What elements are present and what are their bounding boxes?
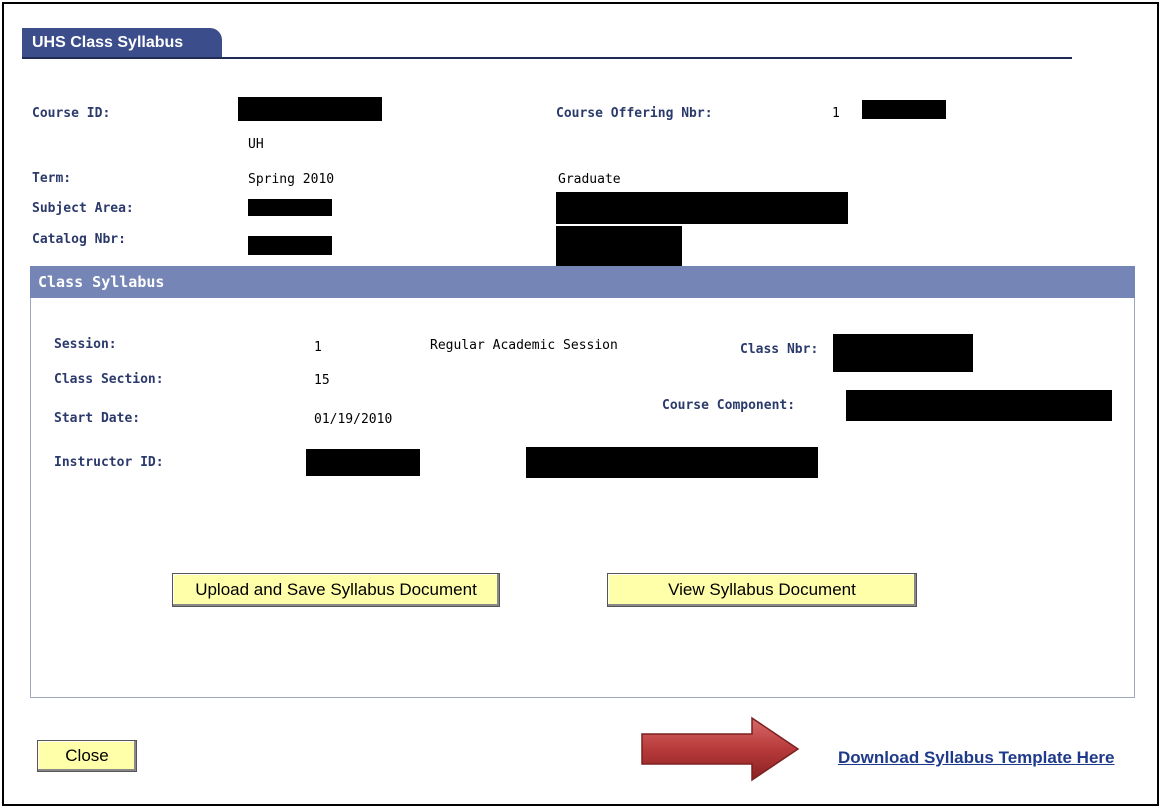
session-desc: Regular Academic Session bbox=[430, 338, 618, 353]
career-value: Graduate bbox=[558, 172, 621, 187]
redacted-catalog-desc bbox=[556, 226, 682, 266]
view-syllabus-button[interactable]: View Syllabus Document bbox=[607, 573, 917, 607]
start-date-value: 01/19/2010 bbox=[314, 412, 393, 427]
course-component-label: Course Component: bbox=[662, 398, 796, 413]
close-button[interactable]: Close bbox=[37, 740, 137, 772]
term-value: Spring 2010 bbox=[248, 172, 335, 187]
course-offering-value: 1 bbox=[832, 106, 840, 121]
class-syllabus-group bbox=[30, 266, 1135, 698]
upload-syllabus-button[interactable]: Upload and Save Syllabus Document bbox=[172, 573, 500, 607]
tab-underline bbox=[22, 57, 1072, 59]
instructor-id-label: Instructor ID: bbox=[54, 455, 164, 470]
course-id-label: Course ID: bbox=[32, 106, 111, 121]
session-value: 1 bbox=[314, 340, 322, 355]
class-nbr-label: Class Nbr: bbox=[740, 342, 819, 357]
session-label: Session: bbox=[54, 337, 117, 352]
redacted-course-id bbox=[238, 97, 382, 121]
redacted-offering bbox=[862, 100, 946, 119]
subject-area-label: Subject Area: bbox=[32, 201, 134, 216]
start-date-label: Start Date: bbox=[54, 411, 141, 426]
download-template-link[interactable]: Download Syllabus Template Here bbox=[838, 748, 1114, 768]
redacted-subject bbox=[248, 199, 332, 216]
redacted-instructor-name bbox=[526, 447, 818, 478]
class-syllabus-header: Class Syllabus bbox=[30, 266, 1135, 298]
right-arrow-icon bbox=[641, 716, 800, 782]
redacted-instructor-id bbox=[306, 449, 420, 476]
class-section-value: 15 bbox=[314, 373, 330, 388]
redacted-class-nbr bbox=[833, 334, 973, 372]
catalog-nbr-label: Catalog Nbr: bbox=[32, 232, 126, 247]
class-section-label: Class Section: bbox=[54, 372, 164, 387]
redacted-component bbox=[846, 390, 1112, 421]
redacted-catalog bbox=[248, 236, 332, 255]
term-label: Term: bbox=[32, 171, 72, 186]
tab-uhs-class-syllabus[interactable]: UHS Class Syllabus bbox=[22, 28, 222, 58]
redacted-subject-desc bbox=[556, 192, 848, 224]
course-offering-label: Course Offering Nbr: bbox=[556, 106, 713, 121]
institution-value: UH bbox=[248, 137, 264, 152]
